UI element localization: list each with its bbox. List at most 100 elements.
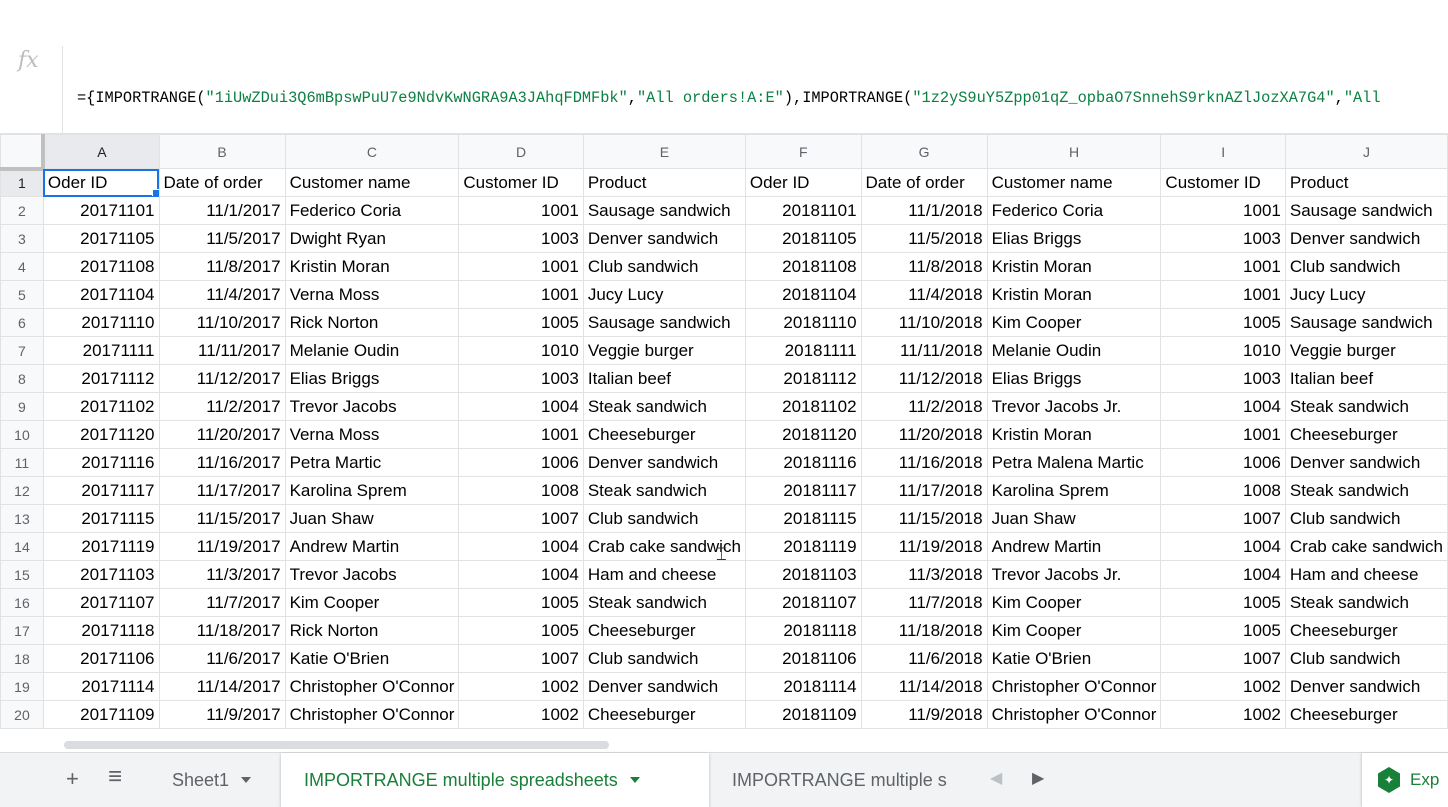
cell-h7[interactable]: Melanie Oudin [986, 336, 1162, 365]
cell-e17[interactable]: Cheeseburger [582, 616, 746, 645]
cell-c1[interactable]: Customer name [284, 168, 460, 197]
cell-a9[interactable]: 20171102 [42, 392, 160, 421]
cell-j2[interactable]: Sausage sandwich [1284, 196, 1448, 225]
cell-h19[interactable]: Christopher O'Connor [986, 672, 1162, 701]
cell-b16[interactable]: 11/7/2017 [158, 588, 286, 617]
cell-h12[interactable]: Karolina Sprem [986, 476, 1162, 505]
row-header[interactable]: 18 [0, 644, 44, 673]
cell-g3[interactable]: 11/5/2018 [860, 224, 988, 253]
cell-g8[interactable]: 11/12/2018 [860, 364, 988, 393]
cell-c11[interactable]: Petra Martic [284, 448, 460, 477]
cell-d10[interactable]: 1001 [458, 420, 584, 449]
cell-f6[interactable]: 20181110 [744, 308, 862, 337]
cell-c14[interactable]: Andrew Martin [284, 532, 460, 561]
cell-b19[interactable]: 11/14/2017 [158, 672, 286, 701]
cell-b3[interactable]: 11/5/2017 [158, 224, 286, 253]
row-header[interactable]: 5 [0, 280, 44, 309]
cell-c15[interactable]: Trevor Jacobs [284, 560, 460, 589]
cell-d17[interactable]: 1005 [458, 616, 584, 645]
cell-h15[interactable]: Trevor Jacobs Jr. [986, 560, 1162, 589]
cell-e18[interactable]: Club sandwich [582, 644, 746, 673]
chevron-down-icon[interactable] [241, 777, 252, 783]
cell-e8[interactable]: Italian beef [582, 364, 746, 393]
tab-importrange-multiple-spreadsheets[interactable]: IMPORTRANGE multiple spreadsheets [281, 753, 709, 807]
cell-g20[interactable]: 11/9/2018 [860, 700, 988, 729]
row-header[interactable]: 11 [0, 448, 44, 477]
row-header[interactable]: 1 [0, 168, 44, 197]
cell-g14[interactable]: 11/19/2018 [860, 532, 988, 561]
cell-i7[interactable]: 1010 [1160, 336, 1286, 365]
cell-i19[interactable]: 1002 [1160, 672, 1286, 701]
cell-i14[interactable]: 1004 [1160, 532, 1286, 561]
cell-i9[interactable]: 1004 [1160, 392, 1286, 421]
cell-g2[interactable]: 11/1/2018 [860, 196, 988, 225]
cell-j8[interactable]: Italian beef [1284, 364, 1448, 393]
cell-h3[interactable]: Elias Briggs [986, 224, 1162, 253]
cell-d20[interactable]: 1002 [458, 700, 584, 729]
cell-g11[interactable]: 11/16/2018 [860, 448, 988, 477]
cell-e2[interactable]: Sausage sandwich [582, 196, 746, 225]
cell-c20[interactable]: Christopher O'Connor [284, 700, 460, 729]
row-header[interactable]: 8 [0, 364, 44, 393]
cell-b11[interactable]: 11/16/2017 [158, 448, 286, 477]
cell-a4[interactable]: 20171108 [42, 252, 160, 281]
cell-i6[interactable]: 1005 [1160, 308, 1286, 337]
column-header-b[interactable]: B [158, 134, 286, 169]
row-header[interactable]: 4 [0, 252, 44, 281]
scroll-tabs-left-icon[interactable]: ◀ [990, 768, 1002, 788]
cell-j14[interactable]: Crab cake sandwich [1284, 532, 1448, 561]
cell-d11[interactable]: 1006 [458, 448, 584, 477]
cell-g7[interactable]: 11/11/2018 [860, 336, 988, 365]
cell-a13[interactable]: 20171115 [42, 504, 160, 533]
cell-f8[interactable]: 20181112 [744, 364, 862, 393]
column-header-j[interactable]: J [1284, 134, 1448, 169]
column-header-e[interactable]: E [582, 134, 746, 169]
cell-c9[interactable]: Trevor Jacobs [284, 392, 460, 421]
cell-f14[interactable]: 20181119 [744, 532, 862, 561]
cell-b8[interactable]: 11/12/2017 [158, 364, 286, 393]
cell-h8[interactable]: Elias Briggs [986, 364, 1162, 393]
column-header-g[interactable]: G [860, 134, 988, 169]
cell-i16[interactable]: 1005 [1160, 588, 1286, 617]
cell-a5[interactable]: 20171104 [42, 280, 160, 309]
cell-f17[interactable]: 20181118 [744, 616, 862, 645]
cell-g16[interactable]: 11/7/2018 [860, 588, 988, 617]
cell-h20[interactable]: Christopher O'Connor [986, 700, 1162, 729]
cell-h9[interactable]: Trevor Jacobs Jr. [986, 392, 1162, 421]
row-header[interactable]: 10 [0, 420, 44, 449]
cell-j15[interactable]: Ham and cheese [1284, 560, 1448, 589]
cell-h4[interactable]: Kristin Moran [986, 252, 1162, 281]
cell-d7[interactable]: 1010 [458, 336, 584, 365]
column-header-f[interactable]: F [744, 134, 862, 169]
cell-d14[interactable]: 1004 [458, 532, 584, 561]
row-header[interactable]: 3 [0, 224, 44, 253]
cell-c5[interactable]: Verna Moss [284, 280, 460, 309]
cell-c4[interactable]: Kristin Moran [284, 252, 460, 281]
cell-h10[interactable]: Kristin Moran [986, 420, 1162, 449]
cell-e19[interactable]: Denver sandwich [582, 672, 746, 701]
cell-c10[interactable]: Verna Moss [284, 420, 460, 449]
cell-e16[interactable]: Steak sandwich [582, 588, 746, 617]
cell-h13[interactable]: Juan Shaw [986, 504, 1162, 533]
cell-g1[interactable]: Date of order [860, 168, 988, 197]
cell-e13[interactable]: Club sandwich [582, 504, 746, 533]
cell-d13[interactable]: 1007 [458, 504, 584, 533]
cell-f10[interactable]: 20181120 [744, 420, 862, 449]
cell-a14[interactable]: 20171119 [42, 532, 160, 561]
cell-a18[interactable]: 20171106 [42, 644, 160, 673]
cell-d8[interactable]: 1003 [458, 364, 584, 393]
tab-sheet1[interactable]: Sheet1 [152, 753, 280, 807]
cell-j13[interactable]: Club sandwich [1284, 504, 1448, 533]
cell-j9[interactable]: Steak sandwich [1284, 392, 1448, 421]
cell-a12[interactable]: 20171117 [42, 476, 160, 505]
cell-f16[interactable]: 20181107 [744, 588, 862, 617]
row-header[interactable]: 17 [0, 616, 44, 645]
cell-b20[interactable]: 11/9/2017 [158, 700, 286, 729]
cell-g9[interactable]: 11/2/2018 [860, 392, 988, 421]
cell-b12[interactable]: 11/17/2017 [158, 476, 286, 505]
cell-i2[interactable]: 1001 [1160, 196, 1286, 225]
fill-handle[interactable] [151, 189, 159, 196]
cell-e6[interactable]: Sausage sandwich [582, 308, 746, 337]
cell-h17[interactable]: Kim Cooper [986, 616, 1162, 645]
cell-e12[interactable]: Steak sandwich [582, 476, 746, 505]
